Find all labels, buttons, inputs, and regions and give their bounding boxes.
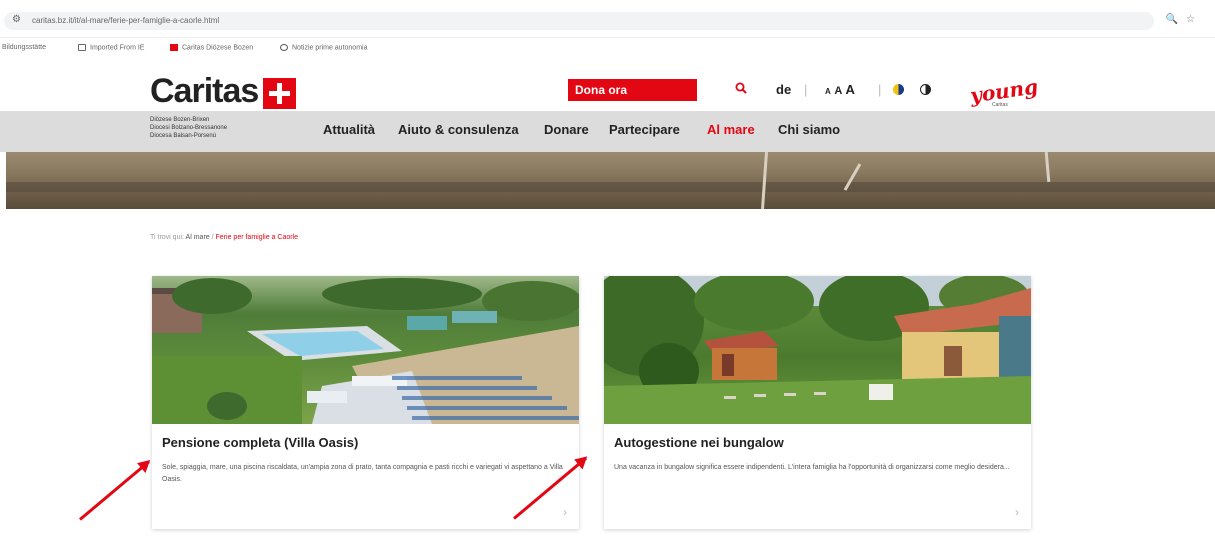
card-title[interactable]: Autogestione nei bungalow [614, 435, 784, 450]
nav-item-attualita[interactable]: Attualità [323, 122, 375, 137]
divider: | [878, 82, 882, 97]
young-caritas-sub: Caritas [992, 102, 1008, 108]
font-size-controls[interactable]: A A A [825, 82, 855, 97]
site-settings-icon[interactable]: ⚙ [12, 14, 21, 25]
bookmark-item[interactable]: Caritas Diözese Bozen [170, 44, 253, 51]
offer-card-villa-oasis[interactable]: Pensione completa (Villa Oasis) Sole, sp… [152, 276, 579, 529]
nav-item-chi-siamo[interactable]: Chi siamo [778, 122, 840, 137]
chevron-right-icon[interactable]: › [1015, 505, 1019, 519]
bookmark-item[interactable]: Imported From IE [78, 44, 144, 51]
breadcrumb-current: Ferie per famiglie a Caorle [215, 234, 299, 241]
font-mid-button[interactable]: A [834, 85, 842, 97]
browser-actions: 🔍☆ [1166, 14, 1203, 25]
diocese-names: Diözese Bozen-Brixen Diocesi Bolzano-Bre… [150, 117, 228, 139]
color-contrast-icon[interactable] [893, 84, 904, 95]
bookmark-item[interactable]: Bildungsstätte [2, 44, 46, 51]
chevron-right-icon[interactable]: › [563, 505, 567, 519]
card-description: Una vacanza in bungalow significa essere… [614, 464, 1010, 471]
divider: | [804, 82, 808, 97]
url-text: caritas.bz.it/it/al-mare/ferie-per-famig… [32, 16, 220, 25]
caritas-cross-icon[interactable] [263, 78, 296, 109]
nav-item-partecipare[interactable]: Partecipare [609, 122, 680, 137]
zoom-icon[interactable]: 🔍 [1166, 14, 1186, 25]
hero-banner-image [6, 152, 1215, 209]
url-field[interactable]: ⚙ caritas.bz.it/it/al-mare/ferie-per-fam… [4, 12, 1154, 30]
card-description: Sole, spiaggia, mare, una piscina riscal… [162, 464, 563, 483]
card-title[interactable]: Pensione completa (Villa Oasis) [162, 435, 358, 450]
breadcrumb-link[interactable]: Al mare [186, 234, 210, 241]
nav-item-donare[interactable]: Donare [544, 122, 589, 137]
offer-card-bungalow[interactable]: Autogestione nei bungalow Una vacanza in… [604, 276, 1031, 529]
search-icon[interactable] [735, 82, 747, 97]
font-small-button[interactable]: A [825, 87, 831, 96]
card-image[interactable] [604, 276, 1031, 424]
font-large-button[interactable]: A [846, 82, 855, 97]
bw-contrast-icon[interactable] [920, 84, 931, 95]
nav-item-aiuto[interactable]: Aiuto & consulenza [398, 122, 519, 137]
bookmarks-bar: Bildungsstätte Imported From IE Caritas … [0, 38, 1215, 58]
globe-icon [280, 44, 288, 51]
browser-address-bar: ⚙ caritas.bz.it/it/al-mare/ferie-per-fam… [0, 0, 1215, 38]
bookmark-star-icon[interactable]: ☆ [1186, 14, 1203, 25]
bookmark-item[interactable]: Notizie prime autonomia [280, 44, 367, 51]
caritas-favicon-icon [170, 44, 178, 51]
nav-item-al-mare[interactable]: Al mare [707, 122, 755, 137]
caritas-logo[interactable]: Caritas [150, 72, 259, 111]
annotation-arrow-icon [79, 460, 150, 521]
language-switch[interactable]: de [776, 82, 791, 97]
card-image[interactable] [152, 276, 579, 424]
folder-icon [78, 44, 86, 51]
donate-button[interactable]: Dona ora [568, 79, 697, 101]
breadcrumb: Ti trovi qui: Al mare / Ferie per famigl… [150, 234, 299, 241]
